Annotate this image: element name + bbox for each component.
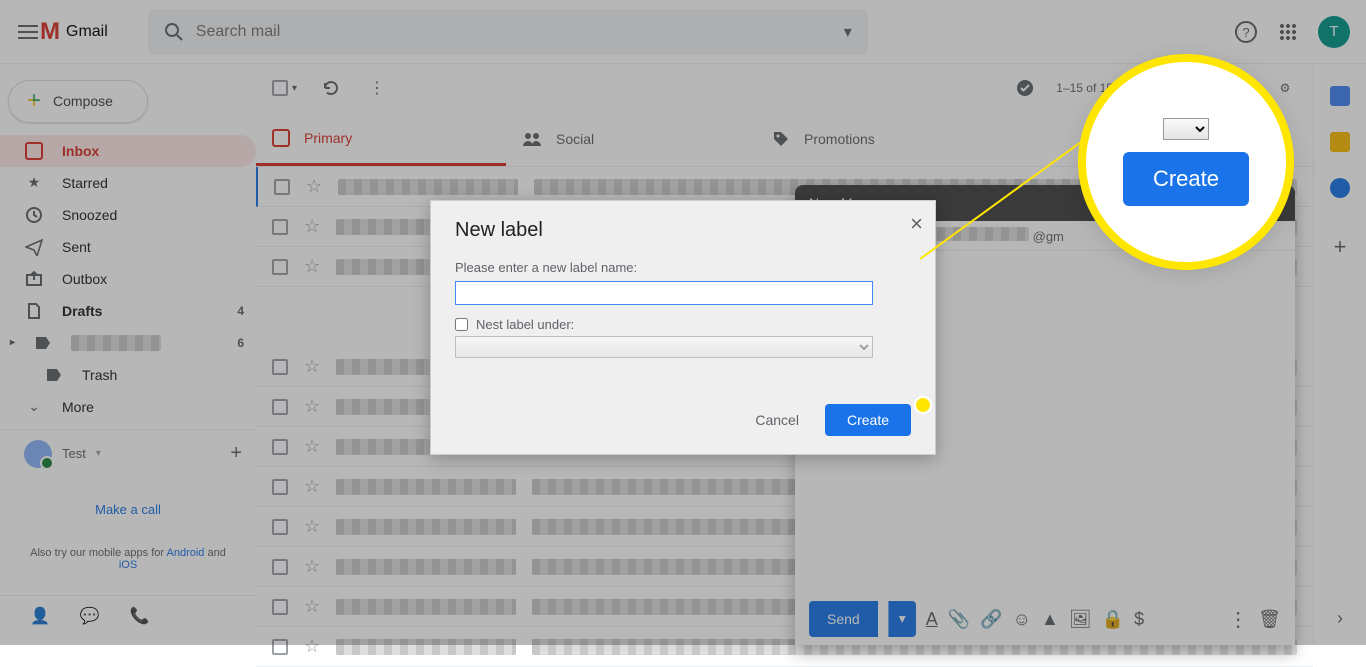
nest-label-checkbox[interactable]: [455, 318, 468, 331]
callout-create-button: Create: [1123, 152, 1249, 206]
dialog-close-icon[interactable]: ×: [910, 211, 923, 237]
nest-label-text: Nest label under:: [476, 317, 574, 332]
cancel-button[interactable]: Cancel: [743, 404, 811, 436]
nest-parent-select[interactable]: [455, 336, 873, 358]
label-name-prompt: Please enter a new label name:: [455, 260, 911, 275]
label-name-input[interactable]: [455, 281, 873, 305]
new-label-dialog: × New label Please enter a new label nam…: [430, 200, 936, 455]
callout-highlight: Create: [1086, 62, 1286, 262]
create-button[interactable]: Create: [825, 404, 911, 436]
callout-select: [1163, 118, 1209, 140]
callout-anchor: [914, 396, 932, 414]
dialog-title: New label: [455, 219, 911, 242]
